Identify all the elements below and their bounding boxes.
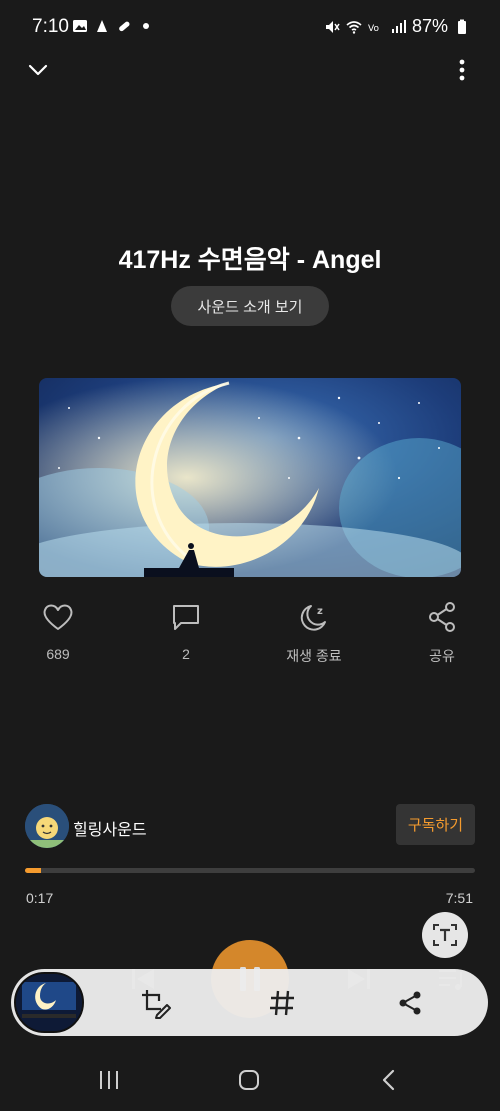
collapse-button[interactable] bbox=[24, 56, 52, 84]
battery-icon bbox=[458, 19, 466, 34]
subscribe-button[interactable]: 구독하기 bbox=[396, 804, 475, 845]
share-button[interactable]: 공유 bbox=[392, 600, 492, 666]
channel-avatar[interactable] bbox=[25, 804, 69, 848]
avatar-image bbox=[25, 804, 69, 848]
screenshot-toolbar bbox=[11, 969, 488, 1036]
sleep-timer-label: 재생 종료 bbox=[286, 648, 342, 664]
signal-icon bbox=[391, 19, 406, 33]
share-icon bbox=[429, 602, 455, 632]
track-title: 417Hz 수면음악 - Angel bbox=[118, 246, 382, 274]
comment-icon bbox=[173, 605, 199, 630]
text-scan-icon bbox=[433, 924, 457, 946]
comment-count: 2 bbox=[182, 646, 190, 662]
album-artwork bbox=[39, 378, 461, 577]
recents-button[interactable] bbox=[94, 1066, 124, 1094]
screenshot-thumbnail[interactable] bbox=[14, 972, 84, 1033]
home-button[interactable] bbox=[234, 1066, 264, 1094]
hashtag-button[interactable] bbox=[265, 986, 299, 1020]
moon-icon: z bbox=[300, 605, 326, 631]
pill-icon bbox=[119, 21, 130, 32]
mute-icon bbox=[325, 20, 340, 33]
svg-text:Vo: Vo bbox=[368, 24, 379, 34]
svg-text:z: z bbox=[317, 606, 323, 617]
artwork-image bbox=[39, 378, 461, 577]
elapsed-time: 0:17 bbox=[26, 890, 54, 906]
crop-edit-button[interactable] bbox=[138, 986, 172, 1020]
heart-icon bbox=[43, 604, 73, 630]
progress-fill bbox=[25, 868, 42, 873]
status-time: 7:10 bbox=[32, 16, 69, 37]
battery-text: 87% bbox=[411, 16, 448, 36]
dot-icon bbox=[143, 23, 149, 29]
more-options-button[interactable] bbox=[448, 56, 476, 84]
sleep-timer-button[interactable]: z 재생 종료 bbox=[264, 600, 364, 666]
status-bar: 7:10 Vo 87% bbox=[0, 0, 500, 56]
hashtag-icon bbox=[270, 990, 294, 1016]
share-label: 공유 bbox=[429, 648, 455, 664]
comment-button[interactable]: 2 bbox=[136, 600, 236, 662]
thumbnail-image bbox=[16, 974, 82, 1031]
back-button[interactable] bbox=[374, 1066, 404, 1094]
more-vertical-icon bbox=[459, 59, 465, 81]
back-icon bbox=[382, 1069, 395, 1091]
extract-text-button[interactable] bbox=[422, 912, 468, 958]
toolbar-share-button[interactable] bbox=[393, 986, 427, 1020]
system-nav-bar bbox=[0, 1048, 500, 1111]
sound-intro-button[interactable]: 사운드 소개 보기 bbox=[171, 286, 329, 326]
total-duration: 7:51 bbox=[445, 890, 473, 906]
player-header bbox=[0, 50, 500, 90]
recents-icon bbox=[100, 1071, 118, 1089]
like-count: 689 bbox=[46, 646, 70, 662]
status-system-icons: Vo 87% bbox=[324, 16, 470, 37]
channel-row: 힐링사운드 구독하기 bbox=[25, 804, 475, 848]
channel-name[interactable]: 힐링사운드 bbox=[73, 816, 147, 840]
share-icon bbox=[399, 991, 421, 1015]
track-actions: 689 2 z 재생 종료 공유 bbox=[0, 600, 500, 670]
chevron-down-icon bbox=[28, 64, 48, 76]
home-icon bbox=[239, 1070, 259, 1090]
gallery-icon bbox=[97, 20, 107, 32]
like-button[interactable]: 689 bbox=[8, 600, 108, 662]
wifi-icon bbox=[346, 20, 362, 34]
playback-progress-bar[interactable] bbox=[25, 868, 475, 873]
crop-edit-icon bbox=[142, 990, 171, 1019]
volte-icon: Vo bbox=[368, 24, 379, 34]
image-icon bbox=[73, 20, 87, 32]
status-notification-icons bbox=[72, 18, 154, 34]
